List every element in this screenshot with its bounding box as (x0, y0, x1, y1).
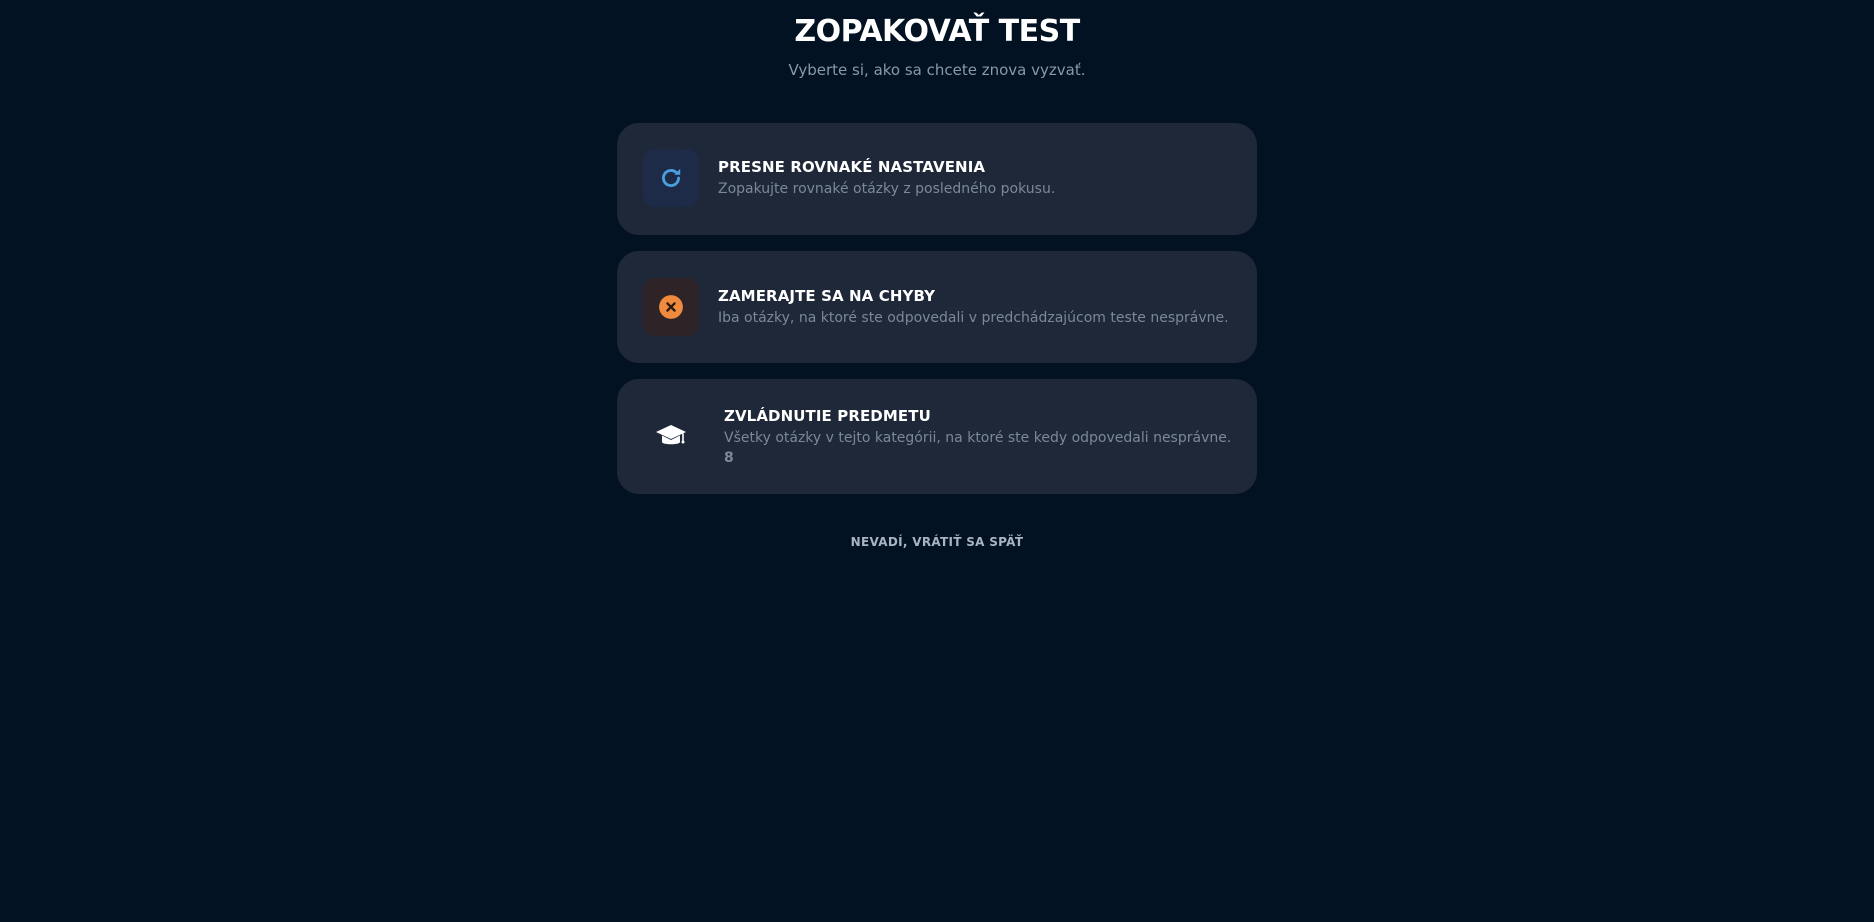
page-subtitle: Vyberte si, ako sa chcete znova vyzvať. (788, 61, 1086, 79)
graduation-cap-icon (656, 425, 686, 445)
option-title: PRESNE ROVNAKÉ NASTAVENIA (718, 158, 986, 176)
page-title: ZOPAKOVAŤ TEST (794, 14, 1080, 49)
refresh-icon-box (643, 149, 699, 207)
repeat-test-page: ZOPAKOVAŤ TEST Vyberte si, ako sa chcete… (0, 0, 1874, 922)
option-title: ZVLÁDNUTIE PREDMETU (724, 407, 931, 425)
option-title: ZAMERAJTE SA NA CHYBY (718, 287, 936, 305)
option-same-settings[interactable]: PRESNE ROVNAKÉ NASTAVENIA Zopakujte rovn… (617, 123, 1257, 235)
graduation-cap-icon-box (643, 407, 699, 465)
option-description: Zopakujte rovnaké otázky z posledného po… (718, 181, 1056, 197)
option-subject-mastery-text: ZVLÁDNUTIE PREDMETU Všetky otázky v tejt… (724, 406, 1233, 468)
option-description: Iba otázky, na ktoré ste odpovedali v pr… (718, 310, 1229, 326)
close-circle-icon (659, 295, 683, 319)
close-circle-icon-box (643, 278, 699, 336)
option-description: Všetky otázky v tejto kategórii, na ktor… (724, 430, 1232, 446)
option-same-settings-text: PRESNE ROVNAKÉ NASTAVENIA Zopakujte rovn… (718, 157, 1233, 199)
refresh-icon (662, 168, 681, 187)
option-subject-mastery[interactable]: ZVLÁDNUTIE PREDMETU Všetky otázky v tejt… (617, 379, 1257, 494)
back-link[interactable]: NEVADÍ, VRÁTIŤ SA SPÄŤ (0, 532, 1874, 552)
mistake-count: 8 (724, 450, 734, 466)
option-focus-mistakes-text: ZAMERAJTE SA NA CHYBY Iba otázky, na kto… (718, 286, 1233, 328)
option-focus-mistakes[interactable]: ZAMERAJTE SA NA CHYBY Iba otázky, na kto… (617, 251, 1257, 363)
